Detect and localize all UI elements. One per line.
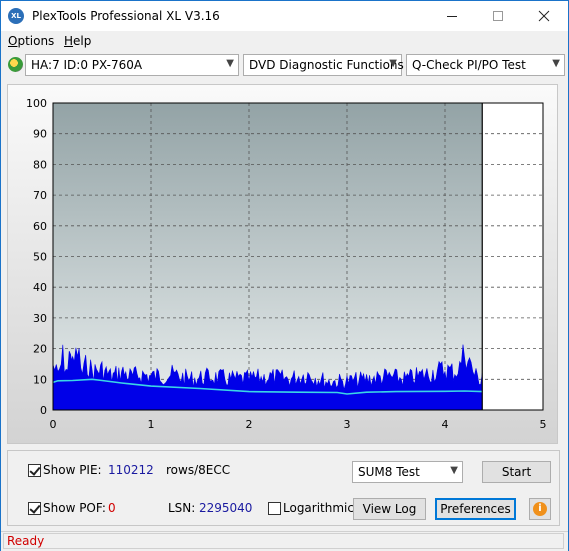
plot-area	[53, 103, 483, 410]
menu-bar: Options Help	[1, 32, 568, 52]
show-pof-checkbox[interactable]	[28, 502, 41, 515]
y-tick-label: 50	[33, 251, 47, 264]
chevron-down-icon: ▼	[226, 58, 234, 69]
logarithmic-checkbox[interactable]	[268, 502, 281, 515]
test-select-value: Q-Check PI/PO Test	[412, 58, 526, 72]
show-pie-checkbox[interactable]	[28, 464, 41, 477]
drive-select-value: HA:7 ID:0 PX-760A	[31, 58, 143, 72]
close-icon	[538, 10, 550, 22]
function-select[interactable]: DVD Diagnostic Functions ▼	[243, 54, 404, 76]
y-tick-label: 40	[33, 281, 47, 294]
menu-options-rest: ptions	[17, 34, 55, 48]
menu-options[interactable]: Options	[8, 34, 54, 48]
x-tick-label: 0	[50, 418, 57, 431]
sum-test-select[interactable]: SUM8 Test ▼	[352, 461, 463, 483]
window-title: PlexTools Professional XL V3.16	[32, 9, 220, 23]
app-logo-icon: XL	[8, 8, 24, 24]
x-tick-label: 2	[246, 418, 253, 431]
pie-unit: rows/8ECC	[166, 463, 231, 477]
controls-panel: Show PIE: 110212 rows/8ECC SUM8 Test ▼ S…	[7, 450, 560, 526]
main-window: XL PlexTools Professional XL V3.16 Optio…	[0, 0, 569, 551]
function-select-value: DVD Diagnostic Functions	[249, 58, 404, 72]
y-tick-label: 30	[33, 312, 47, 325]
lsn-value: 2295040	[199, 501, 253, 515]
y-tick-label: 10	[33, 373, 47, 386]
chart-panel: 100 90 80 70 60 50 40 30 20 10 0 012345	[7, 84, 558, 444]
x-tick-label: 5	[540, 418, 547, 431]
logarithmic-label: Logarithmic	[283, 501, 354, 515]
y-tick-label: 60	[33, 220, 47, 233]
lsn-label: LSN:	[168, 501, 196, 515]
close-button[interactable]	[521, 1, 567, 31]
info-icon: i	[533, 502, 547, 516]
minimize-button[interactable]	[429, 1, 475, 31]
view-log-button[interactable]: View Log	[353, 498, 426, 520]
chevron-down-icon: ▼	[552, 58, 560, 69]
status-field	[3, 533, 564, 549]
x-tick-label: 4	[442, 418, 449, 431]
minimize-icon	[447, 16, 457, 17]
pof-value: 0	[108, 501, 116, 515]
preferences-button[interactable]: Preferences	[435, 498, 516, 520]
show-pof-label: Show POF:	[43, 501, 106, 515]
status-text: Ready	[7, 534, 45, 548]
show-pie-label: Show PIE:	[43, 463, 102, 477]
status-bar: Ready	[1, 531, 568, 551]
info-button[interactable]: i	[529, 498, 551, 520]
y-tick-label: 90	[33, 128, 47, 141]
menu-help[interactable]: Help	[64, 34, 91, 48]
y-tick-label: 20	[33, 343, 47, 356]
chevron-down-icon: ▼	[389, 58, 397, 69]
test-select[interactable]: Q-Check PI/PO Test ▼	[406, 54, 565, 76]
maximize-icon	[493, 11, 503, 21]
y-tick-label: 70	[33, 189, 47, 202]
y-tick-label: 100	[26, 97, 47, 110]
menu-help-rest: elp	[73, 34, 92, 48]
drive-select[interactable]: HA:7 ID:0 PX-760A ▼	[25, 54, 239, 76]
pie-value: 110212	[108, 463, 154, 477]
x-tick-label: 1	[148, 418, 155, 431]
y-tick-label: 0	[40, 404, 47, 417]
x-tick-label: 3	[344, 418, 351, 431]
sum-test-select-value: SUM8 Test	[358, 465, 420, 479]
y-tick-label: 80	[33, 158, 47, 171]
disc-drive-icon	[8, 57, 23, 72]
menu-help-mnemonic: H	[64, 34, 74, 48]
chevron-down-icon: ▼	[450, 465, 458, 476]
start-button[interactable]: Start	[482, 461, 551, 483]
maximize-button[interactable]	[475, 1, 521, 31]
pie-chart-plot: 1009080706050403020100 012345	[26, 97, 547, 431]
title-bar: XL PlexTools Professional XL V3.16	[1, 1, 568, 31]
